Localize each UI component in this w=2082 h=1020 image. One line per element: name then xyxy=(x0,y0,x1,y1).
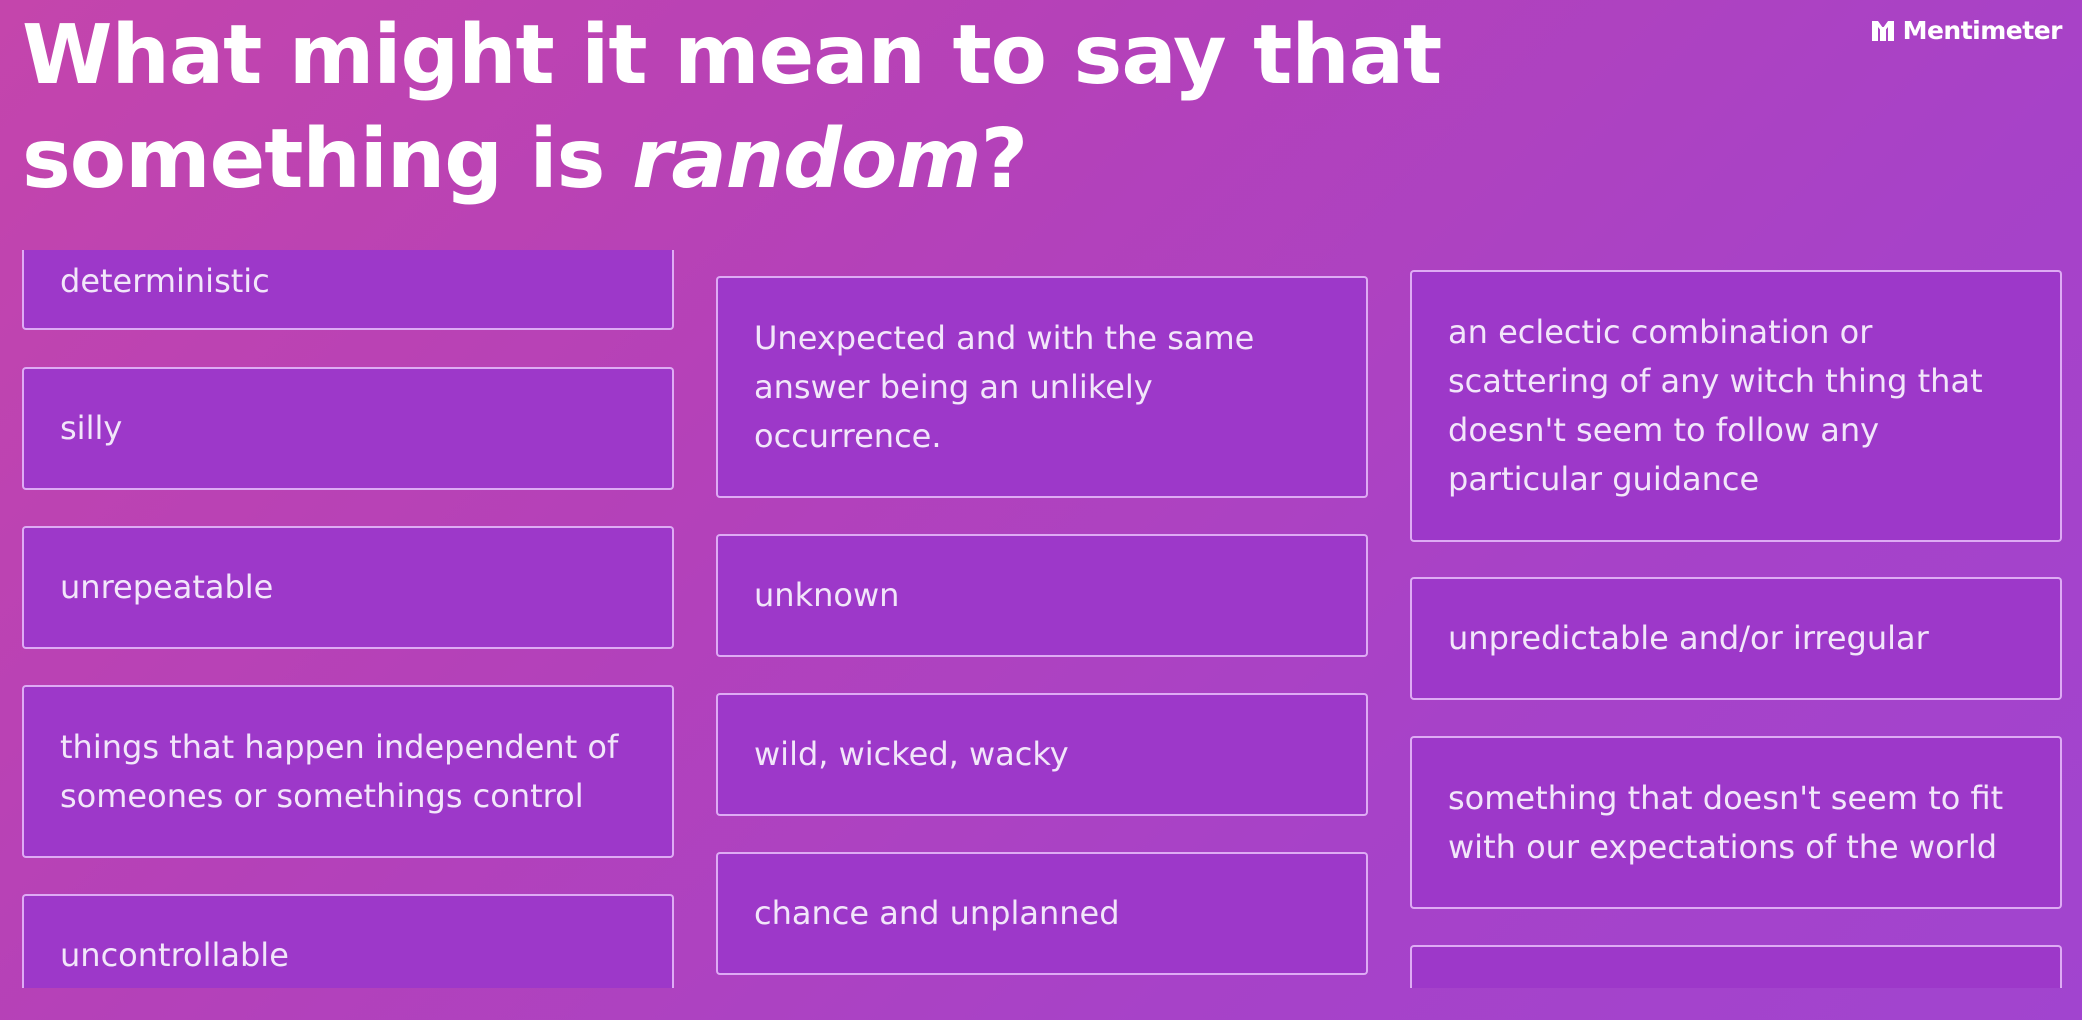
response-text: wild, wicked, wacky xyxy=(754,735,1069,773)
response-text: unknown xyxy=(754,576,900,614)
response-text: uncontrollable xyxy=(60,936,289,974)
response-card: an eclectic combination or scattering of… xyxy=(1410,270,2062,542)
question-title-emphasis: random xyxy=(631,112,982,207)
response-card xyxy=(1410,945,2062,988)
response-text: an eclectic combination or scattering of… xyxy=(1448,313,1983,498)
response-card: unrepeatable xyxy=(22,526,674,649)
question-title-suffix: ? xyxy=(980,112,1029,207)
question-title: What might it mean to say that something… xyxy=(22,4,1862,212)
response-card: something that doesn't seem to fit with … xyxy=(1410,736,2062,909)
response-text: something that doesn't seem to fit with … xyxy=(1448,778,2004,866)
response-text: unpredictable and/or irregular xyxy=(1448,619,1929,657)
brand-name: Mentimeter xyxy=(1902,16,2063,45)
response-card: chance and unplanned xyxy=(716,852,1368,975)
response-card: uncontrollable xyxy=(22,894,674,988)
response-card: unknown xyxy=(716,534,1368,657)
response-text: deterministic xyxy=(60,261,270,300)
mentimeter-brand: Mentimeter xyxy=(1871,16,2063,45)
response-text: Unexpected and with the same answer bein… xyxy=(754,318,1255,455)
response-text: unrepeatable xyxy=(60,568,274,606)
response-card: wild, wicked, wacky xyxy=(716,693,1368,816)
response-card: deterministic xyxy=(22,250,674,330)
response-card: Unexpected and with the same answer bein… xyxy=(716,276,1368,498)
response-card: silly xyxy=(22,367,674,490)
response-text: things that happen independent of someon… xyxy=(60,727,619,815)
response-card: things that happen independent of someon… xyxy=(22,685,674,858)
mentimeter-logo-icon xyxy=(1871,20,1894,41)
response-text: silly xyxy=(60,409,123,447)
response-text: chance and unplanned xyxy=(754,894,1120,932)
responses-wall[interactable]: deterministic silly unrepeatable things … xyxy=(0,250,2082,988)
response-card: unpredictable and/or irregular xyxy=(1410,577,2062,700)
